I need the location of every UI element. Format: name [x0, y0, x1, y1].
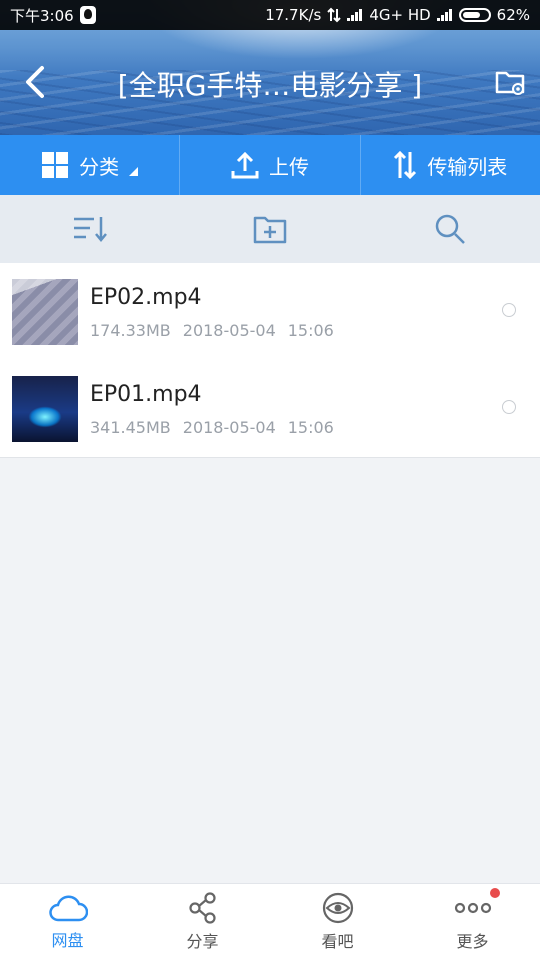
status-bar: 下午3:06 17.7K/s 4G+ HD 62% [0, 0, 540, 30]
battery-icon [458, 8, 491, 22]
file-meta: 341.45MB 2018-05-04 15:06 [90, 418, 334, 437]
cloud-icon [48, 895, 88, 922]
file-name: EP01.mp4 [90, 382, 202, 407]
nav-label: 分享 [186, 932, 219, 951]
data-transfer-icon [327, 7, 342, 23]
file-row-ep02[interactable]: EP02.mp4 174.33MB 2018-05-04 15:06 [0, 263, 540, 360]
select-checkbox[interactable] [502, 400, 516, 414]
file-date: 2018-05-04 [182, 418, 276, 437]
file-list: EP02.mp4 174.33MB 2018-05-04 15:06 EP01.… [0, 263, 540, 458]
file-row-ep01[interactable]: EP01.mp4 341.45MB 2018-05-04 15:06 [0, 360, 540, 457]
status-time: 下午3:06 [10, 6, 74, 25]
nav-item-cloud-drive[interactable]: 网盘 [0, 884, 135, 960]
new-folder-icon [253, 216, 287, 244]
category-button[interactable]: 分类 [0, 135, 179, 195]
search-button[interactable] [360, 213, 540, 245]
new-folder-button[interactable] [180, 214, 360, 244]
video-thumbnail [12, 376, 78, 442]
share-icon [188, 892, 216, 924]
back-arrow-icon[interactable] [20, 64, 50, 100]
upload-icon [231, 151, 259, 179]
network-type: 4G+ HD [369, 6, 431, 24]
video-thumbnail [12, 279, 78, 345]
file-meta: 174.33MB 2018-05-04 15:06 [90, 321, 334, 340]
file-size: 341.45MB [90, 418, 171, 437]
sort-icon [74, 217, 107, 242]
dropdown-triangle-icon [129, 166, 139, 176]
file-date: 2018-05-04 [182, 321, 276, 340]
select-checkbox[interactable] [502, 303, 516, 317]
file-size: 174.33MB [90, 321, 171, 340]
main-toolbar: 分类 上传 传输列表 [0, 135, 540, 195]
file-name: EP02.mp4 [90, 285, 202, 310]
qq-notification-icon [79, 6, 96, 24]
folder-settings-icon[interactable] [494, 66, 526, 98]
signal-icon [347, 9, 363, 21]
search-icon [435, 214, 465, 244]
file-time: 15:06 [287, 321, 334, 340]
upload-label: 上传 [268, 154, 309, 179]
nav-label: 更多 [456, 932, 489, 951]
category-label: 分类 [79, 154, 120, 179]
notification-dot [490, 888, 500, 898]
more-icon [454, 902, 491, 914]
action-bar [0, 195, 540, 263]
upload-button[interactable]: 上传 [179, 135, 359, 195]
nav-item-more[interactable]: 更多 [405, 884, 540, 960]
title-bar: [全职G手特…电影分享 ] [0, 30, 540, 135]
nav-label: 看吧 [321, 932, 354, 951]
transfer-list-label: 传输列表 [427, 154, 508, 179]
transfer-list-button[interactable]: 传输列表 [359, 135, 540, 195]
nav-item-watch[interactable]: 看吧 [270, 884, 405, 960]
eye-icon [322, 892, 353, 924]
battery-level: 62% [496, 6, 530, 24]
page-title: [全职G手特…电影分享 ] [117, 69, 423, 102]
bottom-navigation: 网盘 分享 看吧 更多 [0, 883, 540, 960]
grid-icon [42, 152, 69, 178]
network-speed: 17.7K/s [265, 6, 322, 24]
file-time: 15:06 [287, 418, 334, 437]
sort-button[interactable] [0, 213, 180, 245]
nav-item-share[interactable]: 分享 [135, 884, 270, 960]
transfer-arrows-icon [394, 150, 417, 180]
signal-icon-2 [436, 9, 453, 21]
nav-label: 网盘 [51, 931, 84, 950]
